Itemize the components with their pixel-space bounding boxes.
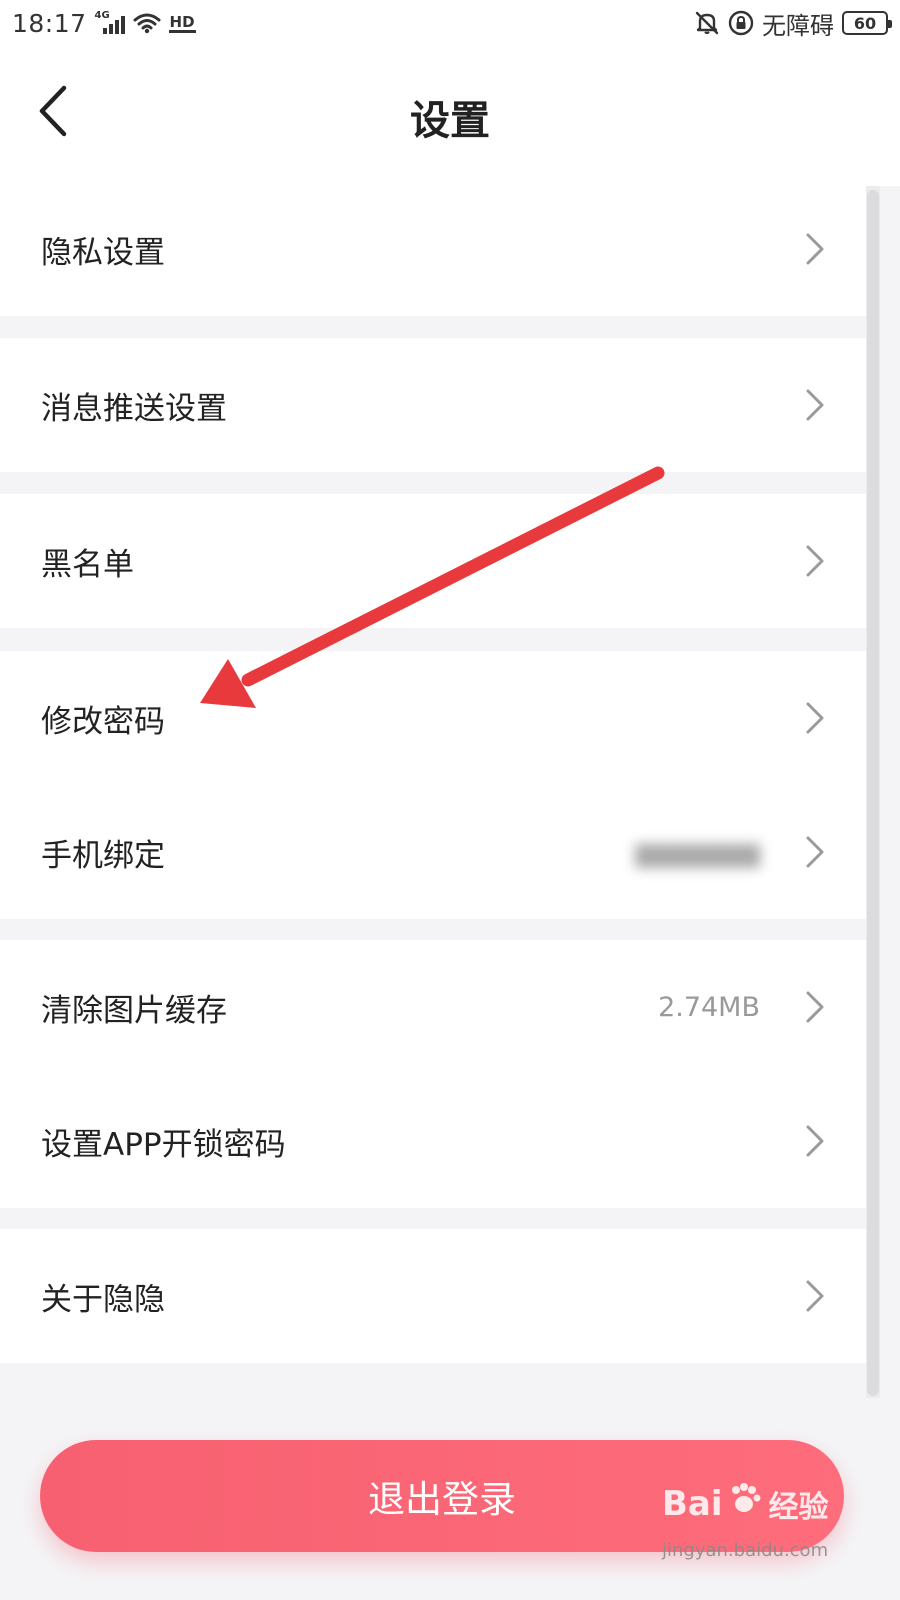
- status-bar-left: 18:17 4G HD: [12, 9, 196, 38]
- settings-group-account: 修改密码 手机绑定 ▆▆▆▆▆▆: [0, 651, 866, 919]
- accessibility-label: 无障碍: [762, 11, 834, 40]
- row-label: 手机绑定: [41, 837, 165, 874]
- chevron-right-icon: [806, 389, 824, 421]
- row-phone-binding[interactable]: 手机绑定 ▆▆▆▆▆▆: [0, 785, 866, 919]
- row-label: 设置APP开锁密码: [41, 1126, 286, 1163]
- wifi-icon: [133, 12, 161, 34]
- bell-muted-icon: [694, 10, 720, 36]
- settings-group-privacy: 隐私设置: [0, 182, 866, 316]
- status-bar-right: 无障碍 60: [694, 6, 892, 41]
- signal-icon: 4G: [95, 10, 125, 34]
- chevron-right-icon: [806, 545, 824, 577]
- row-change-password[interactable]: 修改密码: [0, 651, 866, 785]
- row-label: 隐私设置: [41, 234, 165, 271]
- row-push-settings[interactable]: 消息推送设置: [0, 338, 866, 472]
- status-time: 18:17: [12, 8, 87, 38]
- chevron-right-icon: [806, 991, 824, 1023]
- settings-group-blacklist: 黑名单: [0, 494, 866, 628]
- baidu-jingyan-watermark: Bai 经验 jingyan.baidu.com: [662, 1480, 842, 1575]
- row-privacy-settings[interactable]: 隐私设置: [0, 182, 866, 316]
- chevron-right-icon: [806, 1280, 824, 1312]
- paw-icon: [725, 1480, 763, 1527]
- row-label: 关于隐隐: [41, 1281, 165, 1318]
- phone-number-blurred: ▆▆▆▆▆▆: [635, 836, 760, 868]
- battery-level: 60: [853, 13, 877, 33]
- page-title: 设置: [410, 98, 490, 144]
- row-label: 清除图片缓存: [41, 992, 227, 1029]
- row-label: 黑名单: [41, 546, 134, 583]
- settings-group-about: 关于隐隐: [0, 1229, 866, 1363]
- watermark-brand-suffix: 经验: [768, 1489, 829, 1525]
- battery-icon: 60: [842, 11, 892, 35]
- settings-screen: 18:17 4G HD 无障碍 60 设置 隐私设置 消息推送设置 黑名单 修改…: [0, 0, 900, 1600]
- status-bar: 18:17 4G HD 无障碍 60: [0, 0, 900, 46]
- row-label: 消息推送设置: [41, 390, 227, 427]
- row-clear-image-cache[interactable]: 清除图片缓存 2.74MB: [0, 940, 866, 1074]
- hd-icon: HD: [168, 12, 196, 33]
- scrollbar-thumb[interactable]: [867, 190, 879, 1396]
- chevron-right-icon: [806, 1125, 824, 1157]
- settings-group-storage: 清除图片缓存 2.74MB 设置APP开锁密码: [0, 940, 866, 1208]
- row-app-lock-password[interactable]: 设置APP开锁密码: [0, 1074, 866, 1208]
- row-about[interactable]: 关于隐隐: [0, 1229, 866, 1363]
- chevron-right-icon: [806, 836, 824, 868]
- chevron-right-icon: [806, 233, 824, 265]
- chevron-right-icon: [806, 702, 824, 734]
- watermark-logo: Bai 经验: [662, 1480, 829, 1527]
- settings-group-notifications: 消息推送设置: [0, 338, 866, 472]
- row-label: 修改密码: [41, 703, 165, 740]
- watermark-brand: Bai: [662, 1483, 723, 1524]
- row-blacklist[interactable]: 黑名单: [0, 494, 866, 628]
- watermark-url: jingyan.baidu.com: [662, 1540, 829, 1561]
- nav-header: 设置: [0, 46, 900, 186]
- cache-size-value: 2.74MB: [658, 991, 760, 1023]
- lock-rotation-icon: [728, 10, 754, 36]
